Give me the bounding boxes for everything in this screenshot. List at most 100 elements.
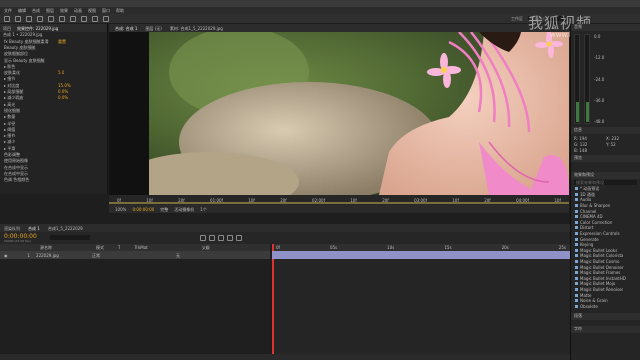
tab-composition[interactable]: 合成: 合成 1: [115, 26, 137, 31]
effect-rows: fx Beauty 皮肤细腻柔滑 重置 Beauty 皮肤细腻 皮肤细腻部位 显示 Be…: [0, 38, 107, 183]
audio-meters: 0.0 -12.0 -24.0 -36.0 -48.0: [571, 31, 640, 127]
effects-presets-header[interactable]: 效果和预设: [571, 172, 640, 179]
layer-name[interactable]: 222029.jpg: [36, 253, 86, 258]
selection-tool-icon[interactable]: [4, 15, 10, 22]
timeline-tracks[interactable]: 0f 05s 10s 15s 20s 25s: [272, 244, 570, 354]
layer-mode[interactable]: 正常: [92, 253, 100, 258]
menu-item-7[interactable]: 窗口: [102, 8, 110, 13]
col-t[interactable]: T: [118, 245, 120, 250]
effect-row-label: ▸ 高光: [4, 101, 16, 107]
brush-tool-icon[interactable]: [103, 15, 109, 22]
layer-visibility-icon[interactable]: ◉: [4, 253, 8, 258]
viewer-time-ruler[interactable]: 0f 10f 20f 01:00f 10f 20f 02:00f 10f 20f 03:00f 10…: [109, 195, 569, 205]
graph-editor-icon[interactable]: [236, 235, 242, 241]
timeline-tabs: 渲染队列 合成 1 合成1_5_2222029: [0, 224, 570, 232]
menu-item-1[interactable]: 编辑: [18, 8, 26, 13]
effects-list-label: Expression Controls: [580, 231, 620, 237]
tab-project[interactable]: 项目: [3, 26, 11, 31]
zoom-tool-icon[interactable]: [26, 15, 32, 22]
rect-mask-tool-icon[interactable]: [70, 15, 76, 22]
effect-category-icon: [575, 271, 578, 275]
work-area-bar[interactable]: [109, 202, 569, 204]
effect-row[interactable]: 色调 色相颜色: [0, 177, 107, 183]
timeline-ruler[interactable]: 0f 05s 10s 15s 20s 25s: [272, 244, 570, 251]
menu-item-2[interactable]: 合成: [32, 8, 40, 13]
text-tool-icon[interactable]: [92, 15, 98, 22]
composition-image[interactable]: [149, 32, 569, 218]
effect-category-icon: [575, 198, 578, 202]
character-panel-header[interactable]: 字符: [571, 326, 640, 334]
tab-footage[interactable]: 素材: 合成1_5_2222029.jpg: [170, 26, 223, 31]
frame-blend-icon[interactable]: [218, 235, 224, 241]
col-parent[interactable]: 父级: [202, 245, 210, 250]
draft-3d-icon[interactable]: [200, 235, 206, 241]
effects-list-label: Channel: [580, 208, 597, 214]
effect-row-value[interactable]: 15.0%: [58, 83, 71, 88]
hand-tool-icon[interactable]: [15, 15, 21, 22]
layer-row[interactable]: ◉ 1 222029.jpg 正常 无: [0, 251, 270, 259]
tab-effect-controls[interactable]: 效果控件: 222029.jpg: [17, 26, 58, 31]
photo-render: [149, 32, 569, 212]
preview-panel-header[interactable]: 预览: [571, 155, 640, 162]
tab-render-queue[interactable]: 渲染队列: [4, 226, 20, 231]
meter-label: -24.0: [594, 76, 605, 82]
camera-dropdown[interactable]: 活动摄像机: [174, 207, 194, 212]
menu-item-6[interactable]: 视图: [88, 8, 96, 13]
col-trkmat[interactable]: TrkMat: [134, 245, 147, 250]
effect-row-value[interactable]: 重置: [58, 39, 66, 44]
effects-list-label: Magic Bullet Mojo: [580, 281, 616, 287]
playhead[interactable]: [272, 244, 274, 354]
effect-row-label: ▸ 阈值: [4, 126, 16, 132]
tab-comp-footage[interactable]: 合成1_5_2222029: [48, 226, 83, 231]
effect-row-value[interactable]: 0.0%: [58, 95, 68, 100]
tab-comp-1[interactable]: 合成 1: [28, 226, 40, 231]
layer-search-input[interactable]: [50, 235, 90, 240]
effect-controls-panel: 项目 效果控件: 222029.jpg 合成 1 • 222029.jpg fx…: [0, 24, 108, 194]
effect-category-icon: [575, 282, 578, 286]
effect-row-label: ▸ 细节: [4, 76, 16, 82]
meter-label: 0.0: [594, 34, 601, 39]
workspace-label[interactable]: 工作区: [511, 16, 523, 21]
zoom-dropdown[interactable]: 100%: [115, 207, 126, 212]
menu-item-5[interactable]: 动画: [74, 8, 82, 13]
effect-category-icon: [575, 192, 578, 196]
pen-tool-icon[interactable]: [81, 15, 87, 22]
effects-list-item[interactable]: Obsolete: [571, 303, 640, 309]
menu-item-3[interactable]: 图层: [46, 8, 54, 13]
menu-item-4[interactable]: 效果: [60, 8, 68, 13]
effect-row-label: ▸ 平滑: [4, 145, 16, 151]
audio-panel-header[interactable]: 音频: [571, 24, 640, 31]
effect-row-label: Beauty 皮肤细腻: [4, 44, 36, 50]
menu-item-0[interactable]: 文件: [4, 8, 12, 13]
camera-tool-icon[interactable]: [48, 15, 54, 22]
layer-index: 1: [27, 252, 31, 258]
effect-row-value[interactable]: 5.0: [58, 70, 64, 75]
effects-panel-tabs: 项目 效果控件: 222029.jpg: [0, 24, 107, 32]
viewer-timecode[interactable]: 0:00:00:00: [132, 207, 154, 212]
effect-row-label: 在合成中显示: [4, 164, 28, 170]
menu-item-8[interactable]: 帮助: [116, 8, 124, 13]
rotate-tool-icon[interactable]: [37, 15, 43, 22]
effects-list-label: Keying: [580, 242, 594, 248]
effects-search-input[interactable]: 搜索效果和预设: [574, 180, 637, 185]
effect-category-icon: [575, 220, 578, 224]
motion-blur-icon[interactable]: [227, 235, 233, 241]
audio-meter-right: [584, 34, 590, 124]
layer-duration-bar[interactable]: [272, 251, 570, 259]
effects-list-label: Magic Bullet Looks: [580, 247, 618, 253]
pan-tool-icon[interactable]: [59, 15, 65, 22]
paragraph-panel-header[interactable]: 段落: [571, 313, 640, 321]
col-source-name[interactable]: 源名称: [40, 245, 52, 250]
view-dropdown[interactable]: 1个: [200, 207, 207, 212]
effects-list-label: Magic Bullet Cosmo: [580, 259, 620, 265]
layer-parent[interactable]: 无: [176, 253, 180, 258]
quality-dropdown[interactable]: 完整: [160, 207, 168, 212]
effect-row-value[interactable]: 0.0%: [58, 89, 68, 94]
tab-layer[interactable]: 图层 (无): [145, 26, 161, 31]
info-panel-header[interactable]: 信息: [571, 127, 640, 134]
timeline-status-bar: [0, 354, 570, 360]
col-mode[interactable]: 模式: [96, 245, 104, 250]
meter-label: -48.0: [594, 119, 605, 124]
effect-category-icon: [575, 215, 578, 219]
shy-layers-icon[interactable]: [209, 235, 215, 241]
